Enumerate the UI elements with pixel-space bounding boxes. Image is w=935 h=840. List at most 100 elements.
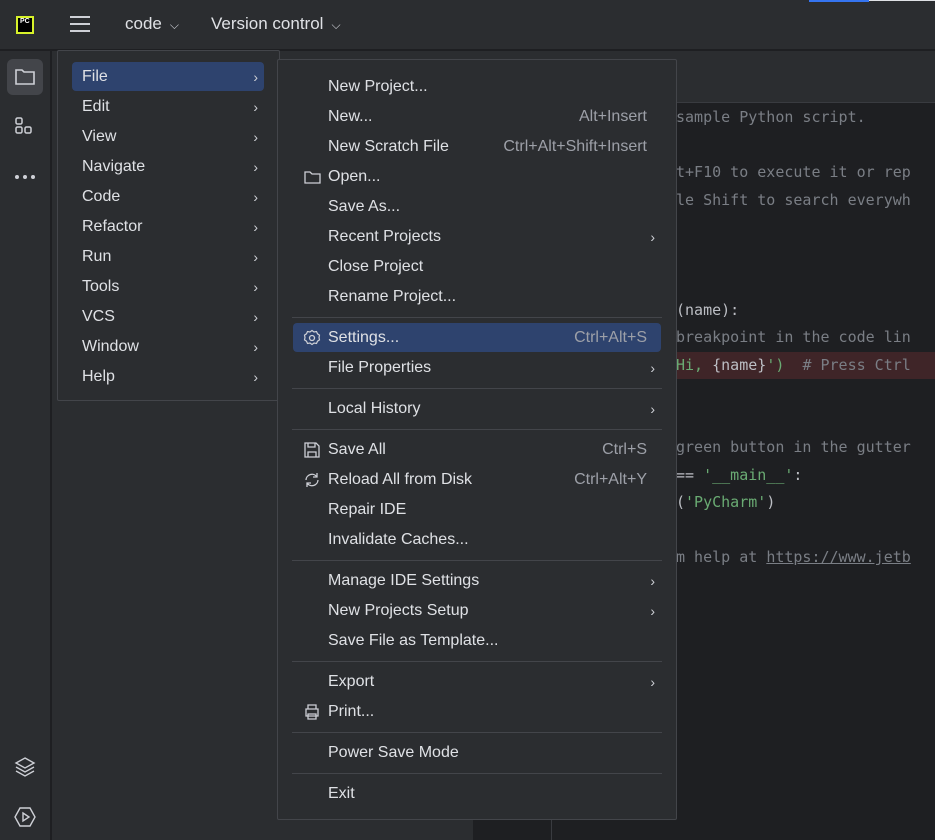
code-line: == '__main__': (676, 462, 802, 489)
menu-item-label: Rename Project... (328, 287, 457, 305)
file-menu-item-recent-projects[interactable]: Recent Projects › (293, 222, 661, 251)
menu-item-label: Manage IDE Settings (328, 571, 480, 589)
file-menu-item-manage-ide-settings[interactable]: Manage IDE Settings › (293, 566, 661, 595)
chevron-right-icon: › (253, 158, 258, 175)
chevron-right-icon: › (253, 218, 258, 235)
more-tools-button[interactable] (7, 159, 43, 195)
file-menu-item-invalidate-caches[interactable]: Invalidate Caches... (293, 525, 661, 554)
menu-item-help[interactable]: Help › (72, 362, 264, 391)
menu-item-run[interactable]: Run › (72, 242, 264, 271)
project-tool-button[interactable] (7, 59, 43, 95)
menu-item-label: Recent Projects (328, 227, 441, 245)
code-token: # Press Ctrl (802, 355, 911, 374)
file-menu-item-new-projects-setup[interactable]: New Projects Setup › (293, 596, 661, 625)
menu-item-label: Reload All from Disk (328, 470, 473, 488)
file-menu-item-power-save-mode[interactable]: Power Save Mode (293, 738, 661, 767)
chevron-right-icon: › (650, 228, 655, 245)
menu-separator (292, 429, 662, 430)
progress-track (869, 0, 935, 1)
chevron-right-icon: › (650, 673, 655, 690)
menu-item-label: Run (82, 247, 112, 265)
file-menu-item-local-history[interactable]: Local History › (293, 394, 661, 423)
more-icon (15, 175, 35, 179)
code-line: le Shift to search everywh (676, 187, 911, 214)
menu-separator (292, 560, 662, 561)
chevron-right-icon: › (650, 400, 655, 417)
file-menu-item-print[interactable]: Print... (293, 697, 661, 726)
main-menu-button[interactable] (70, 16, 90, 34)
menu-item-code[interactable]: Code › (72, 182, 264, 211)
chevron-right-icon: › (253, 278, 258, 295)
file-menu-item-export[interactable]: Export › (293, 667, 661, 696)
menu-item-label: Save File as Template... (328, 631, 499, 649)
menu-item-navigate[interactable]: Navigate › (72, 152, 264, 181)
file-menu-item-save-all[interactable]: Save All Ctrl+S (293, 435, 661, 464)
vcs-dropdown[interactable]: Version control ⌵ (211, 14, 341, 34)
menu-item-label: New Project... (328, 77, 428, 95)
menu-item-view[interactable]: View › (72, 122, 264, 151)
layers-icon (14, 757, 36, 777)
run-services-icon (14, 807, 36, 827)
file-menu-item-new-scratch-file[interactable]: New Scratch File Ctrl+Alt+Shift+Insert (293, 132, 661, 161)
menu-item-vcs[interactable]: VCS › (72, 302, 264, 331)
file-menu-item-exit[interactable]: Exit (293, 779, 661, 808)
file-menu-item-settings[interactable]: Settings... Ctrl+Alt+S (293, 323, 661, 352)
code-token: 'PyCharm' (685, 493, 767, 511)
menu-item-label: New Scratch File (328, 137, 449, 155)
file-menu-item-file-properties[interactable]: File Properties › (293, 353, 661, 382)
project-dropdown[interactable]: code ⌵ (125, 14, 179, 34)
menu-item-label: Print... (328, 702, 375, 720)
chevron-down-icon: ⌵ (169, 18, 179, 32)
shortcut-label: Ctrl+Alt+Shift+Insert (503, 137, 647, 155)
services-button[interactable] (7, 799, 43, 835)
code-line: breakpoint in the code lin (676, 324, 911, 351)
menu-item-file[interactable]: File › (72, 62, 264, 91)
file-menu-item-rename-project[interactable]: Rename Project... (293, 282, 661, 311)
code-token: '__main__' (703, 465, 794, 484)
menu-separator (292, 317, 662, 318)
code-line: sample Python script. (676, 104, 866, 131)
chevron-down-icon: ⌵ (331, 18, 341, 32)
code-token: ) (766, 493, 776, 511)
code-token: m help at (676, 548, 767, 566)
menu-item-edit[interactable]: Edit › (72, 92, 264, 121)
structure-tool-button[interactable] (7, 109, 43, 145)
code-token: le Shift to search everywh (676, 190, 911, 209)
menu-separator (292, 773, 662, 774)
code-token: {name} (712, 355, 767, 374)
menu-item-label: Invalidate Caches... (328, 530, 469, 548)
chevron-right-icon: › (253, 128, 258, 145)
file-menu-item-new[interactable]: New... Alt+Insert (293, 102, 661, 131)
code-token: sample Python script. (676, 108, 866, 126)
reload-icon (305, 473, 319, 487)
file-menu-item-reload-all-from-disk[interactable]: Reload All from Disk Ctrl+Alt+Y (293, 465, 661, 494)
file-menu-item-close-project[interactable]: Close Project (293, 252, 661, 281)
menu-item-label: Navigate (82, 157, 146, 175)
file-menu-item-new-project[interactable]: New Project... (293, 72, 661, 101)
chevron-right-icon: › (253, 188, 258, 205)
file-menu-item-open[interactable]: Open... (293, 162, 661, 191)
chevron-right-icon: › (253, 248, 258, 265)
menu-item-tools[interactable]: Tools › (72, 272, 264, 301)
menu-item-window[interactable]: Window › (72, 332, 264, 361)
code-token: == (676, 465, 704, 484)
chevron-right-icon: › (253, 308, 258, 325)
menu-item-refactor[interactable]: Refactor › (72, 212, 264, 241)
code-line: (name): (676, 297, 739, 324)
menu-item-label: Refactor (82, 217, 143, 235)
code-token: green button in the gutter (676, 438, 911, 456)
file-menu-item-save-as[interactable]: Save As... (293, 192, 661, 221)
progress-indicator (809, 0, 869, 2)
chevron-right-icon: › (253, 368, 258, 385)
file-menu-item-repair-ide[interactable]: Repair IDE (293, 495, 661, 524)
python-packages-button[interactable] (7, 749, 43, 785)
code-token: ') (766, 355, 803, 374)
menu-item-label: Open... (328, 167, 381, 185)
chevron-right-icon: › (253, 68, 258, 85)
left-toolbar (0, 51, 51, 840)
menu-item-label: Local History (328, 399, 421, 417)
chevron-right-icon: › (650, 572, 655, 589)
chevron-right-icon: › (253, 338, 258, 355)
folder-icon (15, 69, 35, 85)
file-menu-item-save-file-as-template[interactable]: Save File as Template... (293, 626, 661, 655)
